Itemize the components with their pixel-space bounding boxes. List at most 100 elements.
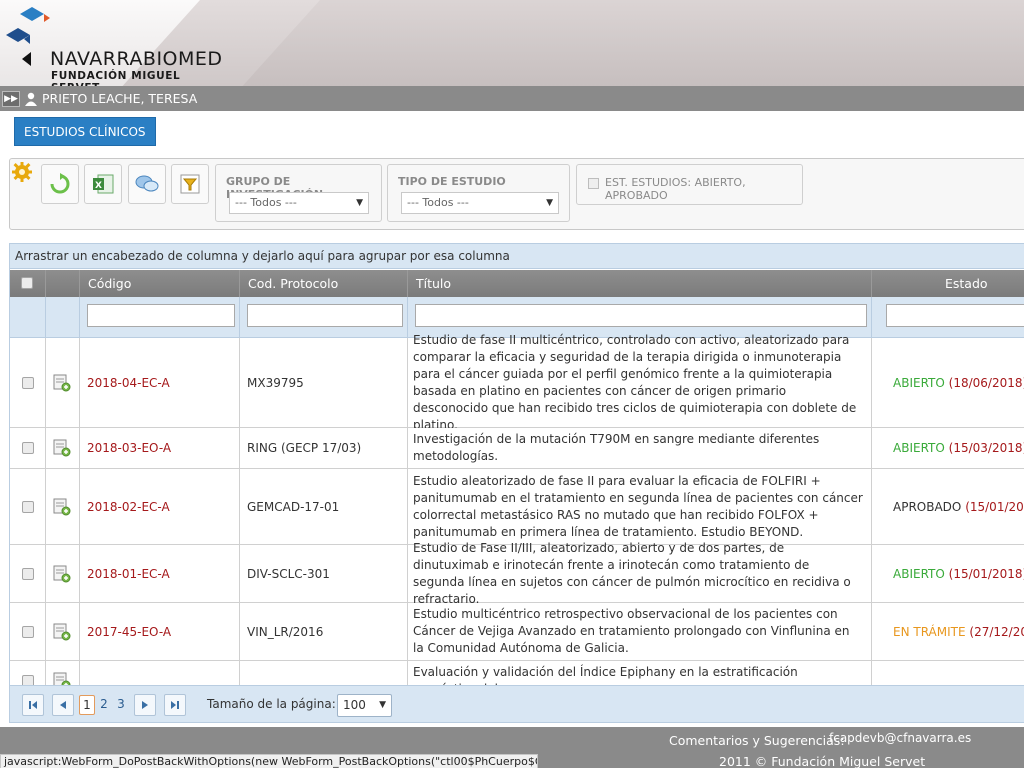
grupo-select-value: --- Todos --- xyxy=(235,196,297,209)
header-estado[interactable]: Estado xyxy=(872,270,1024,297)
select-all-header xyxy=(10,270,46,297)
row-select-cell xyxy=(10,338,46,427)
row-protocolo: RING (GECP 17/03) xyxy=(240,428,408,468)
chevron-down-icon: ▼ xyxy=(546,198,553,208)
row-checkbox[interactable] xyxy=(22,625,34,638)
next-page-button[interactable] xyxy=(134,694,156,716)
header-codigo[interactable]: Código xyxy=(80,270,240,297)
codigo-filter-input[interactable] xyxy=(87,304,235,327)
row-codigo: 2018-01-EC-A xyxy=(80,545,240,602)
page-3[interactable]: 3 xyxy=(113,695,129,715)
filter-cell-codigo xyxy=(80,297,240,337)
filter-cell-protocolo xyxy=(240,297,408,337)
document-detail-icon[interactable] xyxy=(53,623,71,641)
tipo-estudio-filter: TIPO DE ESTUDIO --- Todos --- ▼ xyxy=(387,164,570,222)
expand-menu-icon[interactable]: ▶▶ xyxy=(2,90,20,107)
filter-icon xyxy=(180,174,200,194)
row-checkbox[interactable] xyxy=(22,567,34,580)
refresh-icon xyxy=(50,173,70,194)
row-checkbox[interactable] xyxy=(22,500,34,513)
refresh-button[interactable] xyxy=(41,164,79,204)
row-estado: ABIERTO (18/06/2018) xyxy=(872,338,1024,427)
estado-filter-input[interactable] xyxy=(886,304,1024,327)
row-select-cell xyxy=(10,545,46,602)
row-codigo: 2018-04-EC-A xyxy=(80,338,240,427)
row-estado: APROBADO (15/01/201 xyxy=(872,469,1024,544)
row-protocolo: VIN_LR/2016 xyxy=(240,603,408,660)
user-name: PRIETO LEACHE, TERESA xyxy=(42,91,198,106)
row-titulo: Estudio aleatorizado de fase II para eva… xyxy=(408,469,872,544)
row-select-cell xyxy=(10,469,46,544)
brand-subtitle: FUNDACIÓN MIGUEL SERVET xyxy=(51,70,181,86)
table-row[interactable]: 2018-01-EC-A DIV-SCLC-301 Estudio de Fase … xyxy=(10,541,1024,606)
estado-checkbox[interactable] xyxy=(588,178,599,189)
estado-date: (27/12/201 xyxy=(969,624,1024,639)
estado-filter: EST. ESTUDIOS: ABIERTO, APROBADO xyxy=(576,164,803,205)
document-detail-icon[interactable] xyxy=(53,439,71,457)
filter-button[interactable] xyxy=(171,164,209,204)
header-decor-band-2 xyxy=(242,0,1024,86)
last-page-icon xyxy=(171,701,179,709)
row-codigo: 2018-02-EC-A xyxy=(80,469,240,544)
page-1[interactable]: 1 xyxy=(79,695,95,715)
browser-status-bar: javascript:WebForm_DoPostBackWithOptions… xyxy=(0,754,538,768)
table-row[interactable]: 2017-45-EO-A VIN_LR/2016 Estudio multicént… xyxy=(10,603,1024,661)
user-bar: ▶▶ PRIETO LEACHE, TERESA xyxy=(0,86,1024,111)
next-page-icon xyxy=(142,701,148,709)
row-checkbox[interactable] xyxy=(22,442,34,454)
document-detail-icon[interactable] xyxy=(53,498,71,516)
grid-header-row: Código Cod. Protocolo Título Estado xyxy=(10,270,1024,297)
site-header: NAVARRABIOMED FUNDACIÓN MIGUEL SERVET xyxy=(0,0,1024,86)
row-estado: ABIERTO (15/03/2018) xyxy=(872,428,1024,468)
row-protocolo: DIV-SCLC-301 xyxy=(240,545,408,602)
row-checkbox[interactable] xyxy=(22,376,34,389)
protocolo-filter-input[interactable] xyxy=(247,304,403,327)
prev-page-button[interactable] xyxy=(52,694,74,716)
grupo-investigacion-filter: GRUPO DE INVESTIGACIÓN --- Todos --- ▼ xyxy=(215,164,382,222)
chat-bubbles-icon xyxy=(135,175,159,192)
document-detail-icon[interactable] xyxy=(53,565,71,583)
first-page-button[interactable] xyxy=(22,694,44,716)
page-size-label: Tamaño de la página: xyxy=(207,697,336,711)
row-titulo: Estudio de fase II multicéntrico, contro… xyxy=(408,333,872,432)
export-excel-button[interactable]: X xyxy=(84,164,122,204)
row-protocolo: GEMCAD-17-01 xyxy=(240,469,408,544)
gear-icon[interactable] xyxy=(11,161,33,183)
tipo-label: TIPO DE ESTUDIO xyxy=(398,175,506,188)
contact-email-link[interactable]: fcapdevb@cfnavarra.es xyxy=(829,731,971,745)
page-size-select[interactable]: 100 ▼ xyxy=(337,694,392,717)
header-protocolo[interactable]: Cod. Protocolo xyxy=(240,270,408,297)
row-titulo: Investigación de la mutación T790M en sa… xyxy=(408,428,872,468)
row-icon-cell xyxy=(46,469,80,544)
estado-filter-label: EST. ESTUDIOS: ABIERTO, APROBADO xyxy=(605,176,746,202)
estado-date: (15/01/201 xyxy=(965,499,1024,514)
tab-estudios-clinicos[interactable]: ESTUDIOS CLÍNICOS xyxy=(14,117,156,146)
filter-cell-empty xyxy=(10,297,46,337)
row-estado: EN TRÁMITE (27/12/201 xyxy=(872,603,1024,660)
table-row[interactable]: 2018-04-EC-A MX39795 Estudio de fase II mu… xyxy=(10,333,1024,432)
row-select-cell xyxy=(10,428,46,468)
estado-date: (18/06/2018) xyxy=(948,375,1024,390)
header-titulo[interactable]: Título xyxy=(408,270,872,297)
tipo-select[interactable]: --- Todos --- ▼ xyxy=(401,192,559,214)
user-icon xyxy=(25,92,37,106)
row-select-cell xyxy=(10,603,46,660)
comments-button[interactable] xyxy=(128,164,166,204)
row-estado: ABIERTO (15/01/2018) xyxy=(872,545,1024,602)
row-titulo: Estudio de Fase II/III, aleatorizado, ab… xyxy=(408,541,872,606)
document-detail-icon[interactable] xyxy=(53,374,71,392)
table-row[interactable]: 2018-03-EO-A RING (GECP 17/03) Investigaci… xyxy=(10,428,1024,469)
chevron-down-icon: ▼ xyxy=(379,700,386,710)
tipo-select-value: --- Todos --- xyxy=(407,196,469,209)
row-icon-cell xyxy=(46,338,80,427)
navarrabiomed-logo[interactable]: NAVARRABIOMED FUNDACIÓN MIGUEL SERVET xyxy=(6,6,226,86)
grupo-select[interactable]: --- Todos --- ▼ xyxy=(229,192,369,214)
page-2[interactable]: 2 xyxy=(96,695,112,715)
group-by-hint: Arrastrar un encabezado de columna y dej… xyxy=(10,244,1024,269)
row-codigo: 2017-45-EO-A xyxy=(80,603,240,660)
last-page-button[interactable] xyxy=(164,694,186,716)
table-row[interactable]: 2018-02-EC-A GEMCAD-17-01 Estudio aleatori… xyxy=(10,469,1024,545)
select-all-checkbox[interactable] xyxy=(21,277,33,289)
titulo-filter-input[interactable] xyxy=(415,304,867,327)
estado-date: (15/03/2018) xyxy=(948,441,1024,455)
